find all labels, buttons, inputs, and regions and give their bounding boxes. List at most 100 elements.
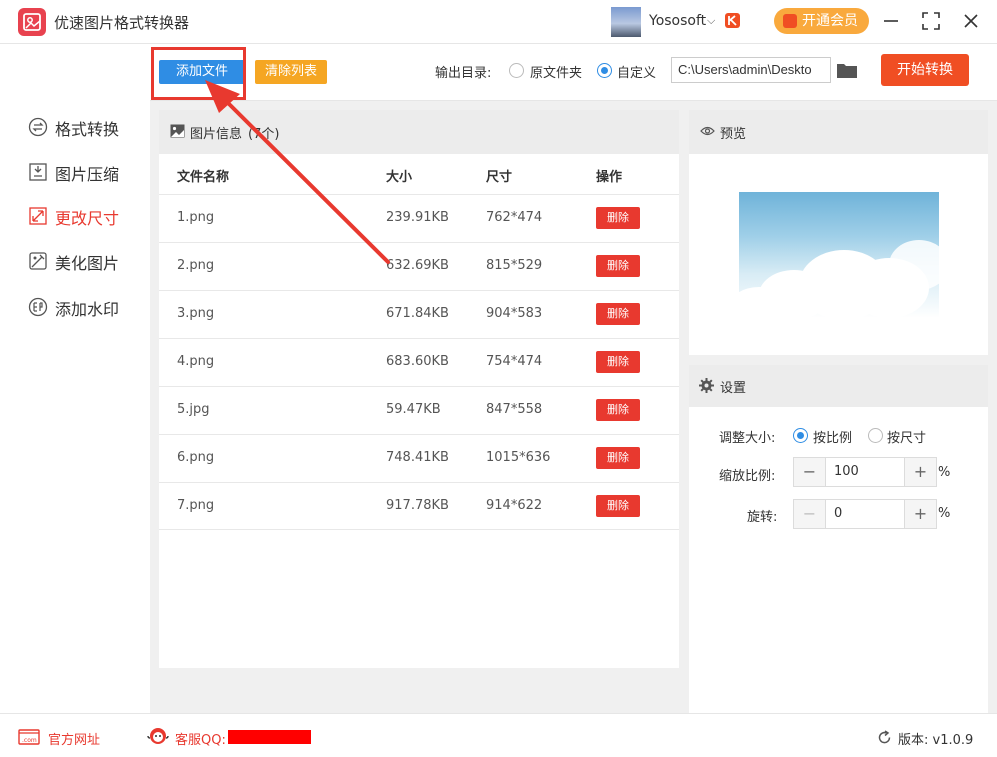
scale-stepper[interactable]: − 100 + bbox=[793, 457, 937, 487]
beautify-icon bbox=[29, 252, 47, 270]
eye-icon bbox=[700, 126, 715, 136]
footer: .com 官方网址 客服QQ: 版本: v1.0.9 bbox=[0, 713, 997, 757]
file-size: 632.69KB bbox=[386, 258, 449, 273]
sidebar-item-label: 格式转换 bbox=[55, 120, 120, 139]
file-dimension: 914*622 bbox=[486, 498, 543, 513]
close-icon[interactable] bbox=[960, 10, 982, 32]
app-title: 优速图片格式转换器 bbox=[54, 14, 190, 32]
scale-decrement-button[interactable]: − bbox=[794, 458, 826, 486]
delete-button[interactable]: 删除 bbox=[596, 495, 640, 517]
radio-by-ratio[interactable] bbox=[793, 428, 808, 443]
delete-button[interactable]: 删除 bbox=[596, 255, 640, 277]
radio-original-folder[interactable] bbox=[509, 63, 524, 78]
resize-mode-label: 调整大小: bbox=[719, 431, 776, 446]
customer-service-icon[interactable] bbox=[146, 725, 170, 749]
file-size: 748.41KB bbox=[386, 450, 449, 465]
sidebar-item-label: 图片压缩 bbox=[55, 165, 120, 184]
delete-button[interactable]: 删除 bbox=[596, 399, 640, 421]
refresh-icon[interactable] bbox=[877, 730, 892, 745]
settings-header: 设置 bbox=[689, 365, 988, 407]
minimize-icon[interactable] bbox=[880, 10, 902, 32]
scale-increment-button[interactable]: + bbox=[904, 458, 936, 486]
file-size: 671.84KB bbox=[386, 306, 449, 321]
delete-button[interactable]: 删除 bbox=[596, 207, 640, 229]
radio-by-size[interactable] bbox=[868, 428, 883, 443]
radio-by-ratio-label[interactable]: 按比例 bbox=[813, 427, 852, 446]
customer-service-qq: 客服QQ: bbox=[175, 733, 226, 748]
start-convert-button[interactable]: 开始转换 bbox=[881, 54, 969, 86]
gear-icon bbox=[699, 378, 714, 393]
column-header-dimension: 尺寸 bbox=[486, 170, 513, 185]
delete-button[interactable]: 删除 bbox=[596, 447, 640, 469]
user-name[interactable]: Yososoft bbox=[649, 13, 706, 29]
sidebar-item-label: 美化图片 bbox=[55, 254, 120, 273]
website-icon[interactable]: .com bbox=[18, 729, 40, 745]
brand-k-icon bbox=[725, 13, 740, 28]
official-website-link[interactable]: 官方网址 bbox=[48, 729, 100, 748]
sidebar-item-watermark[interactable]: 添加水印 bbox=[28, 295, 138, 319]
file-list-title: 图片信息 bbox=[190, 127, 243, 142]
vip-icon bbox=[783, 14, 797, 28]
version-prefix: 版本: bbox=[898, 733, 929, 748]
preview-image bbox=[739, 192, 939, 318]
scale-value[interactable]: 100 bbox=[834, 464, 859, 479]
chevron-down-icon[interactable]: ⌵ bbox=[707, 14, 715, 28]
rotate-decrement-button[interactable]: − bbox=[794, 500, 826, 528]
file-name: 2.png bbox=[177, 258, 215, 273]
rotate-increment-button[interactable]: + bbox=[904, 500, 936, 528]
user-avatar[interactable] bbox=[611, 7, 641, 37]
rotate-value[interactable]: 0 bbox=[834, 506, 842, 521]
scale-percent-unit: % bbox=[938, 465, 951, 480]
column-header-action: 操作 bbox=[596, 170, 623, 185]
file-count: (7个) bbox=[248, 127, 280, 142]
redacted-qq-number bbox=[228, 730, 311, 744]
file-dimension: 904*583 bbox=[486, 306, 543, 321]
folder-icon[interactable] bbox=[836, 61, 858, 79]
rotate-stepper[interactable]: − 0 + bbox=[793, 499, 937, 529]
radio-original-folder-label[interactable]: 原文件夹 bbox=[530, 62, 582, 81]
file-table: 1.png 239.91KB 762*474 删除 2.png 632.69KB… bbox=[159, 194, 679, 530]
version-label: 版本: v1.0.9 bbox=[898, 729, 973, 748]
file-name: 7.png bbox=[177, 498, 215, 513]
format-convert-icon bbox=[28, 117, 48, 137]
settings-title: 设置 bbox=[720, 381, 747, 396]
radio-by-size-label[interactable]: 按尺寸 bbox=[887, 427, 926, 446]
table-row: 7.png 917.78KB 914*622 删除 bbox=[159, 482, 679, 530]
clear-list-button[interactable]: 清除列表 bbox=[255, 60, 327, 84]
file-size: 917.78KB bbox=[386, 498, 449, 513]
output-path-input[interactable]: C:\Users\admin\Deskto bbox=[671, 57, 831, 83]
delete-button[interactable]: 删除 bbox=[596, 351, 640, 373]
sidebar-item-beautify[interactable]: 美化图片 bbox=[28, 249, 138, 273]
sidebar: 格式转换 图片压缩 更改尺寸 美化图片 添加水印 bbox=[0, 45, 150, 713]
sidebar-item-format-convert[interactable]: 格式转换 bbox=[28, 115, 138, 139]
rotate-label: 旋转: bbox=[747, 510, 778, 525]
file-name: 4.png bbox=[177, 354, 215, 369]
compress-icon bbox=[29, 163, 47, 181]
file-name: 6.png bbox=[177, 450, 215, 465]
file-name: 3.png bbox=[177, 306, 215, 321]
file-size: 239.91KB bbox=[386, 210, 449, 225]
maximize-icon[interactable] bbox=[920, 10, 942, 32]
scale-label: 缩放比例: bbox=[719, 469, 776, 484]
preview-title: 预览 bbox=[720, 127, 747, 142]
open-vip-button[interactable]: 开通会员 bbox=[774, 8, 869, 34]
sidebar-item-resize[interactable]: 更改尺寸 bbox=[28, 204, 138, 228]
table-row: 1.png 239.91KB 762*474 删除 bbox=[159, 194, 679, 242]
delete-button[interactable]: 删除 bbox=[596, 303, 640, 325]
preview-header: 预览 bbox=[689, 110, 988, 154]
toolbar: 添加文件 清除列表 输出目录: 原文件夹 自定义 C:\Users\admin\… bbox=[150, 45, 997, 101]
table-row: 6.png 748.41KB 1015*636 删除 bbox=[159, 434, 679, 482]
sidebar-item-compress[interactable]: 图片压缩 bbox=[28, 160, 138, 184]
radio-custom-folder-label[interactable]: 自定义 bbox=[617, 62, 656, 81]
output-dir-label: 输出目录: bbox=[435, 66, 492, 81]
file-name: 1.png bbox=[177, 210, 215, 225]
title-bar: 优速图片格式转换器 Yososoft ⌵ 开通会员 bbox=[0, 0, 997, 44]
file-name: 5.jpg bbox=[177, 402, 210, 417]
file-size: 59.47KB bbox=[386, 402, 441, 417]
column-header-name: 文件名称 bbox=[177, 170, 230, 185]
rotate-percent-unit: % bbox=[938, 506, 951, 521]
radio-custom-folder[interactable] bbox=[597, 63, 612, 78]
file-dimension: 815*529 bbox=[486, 258, 543, 273]
svg-text:.com: .com bbox=[22, 737, 37, 744]
file-size: 683.60KB bbox=[386, 354, 449, 369]
